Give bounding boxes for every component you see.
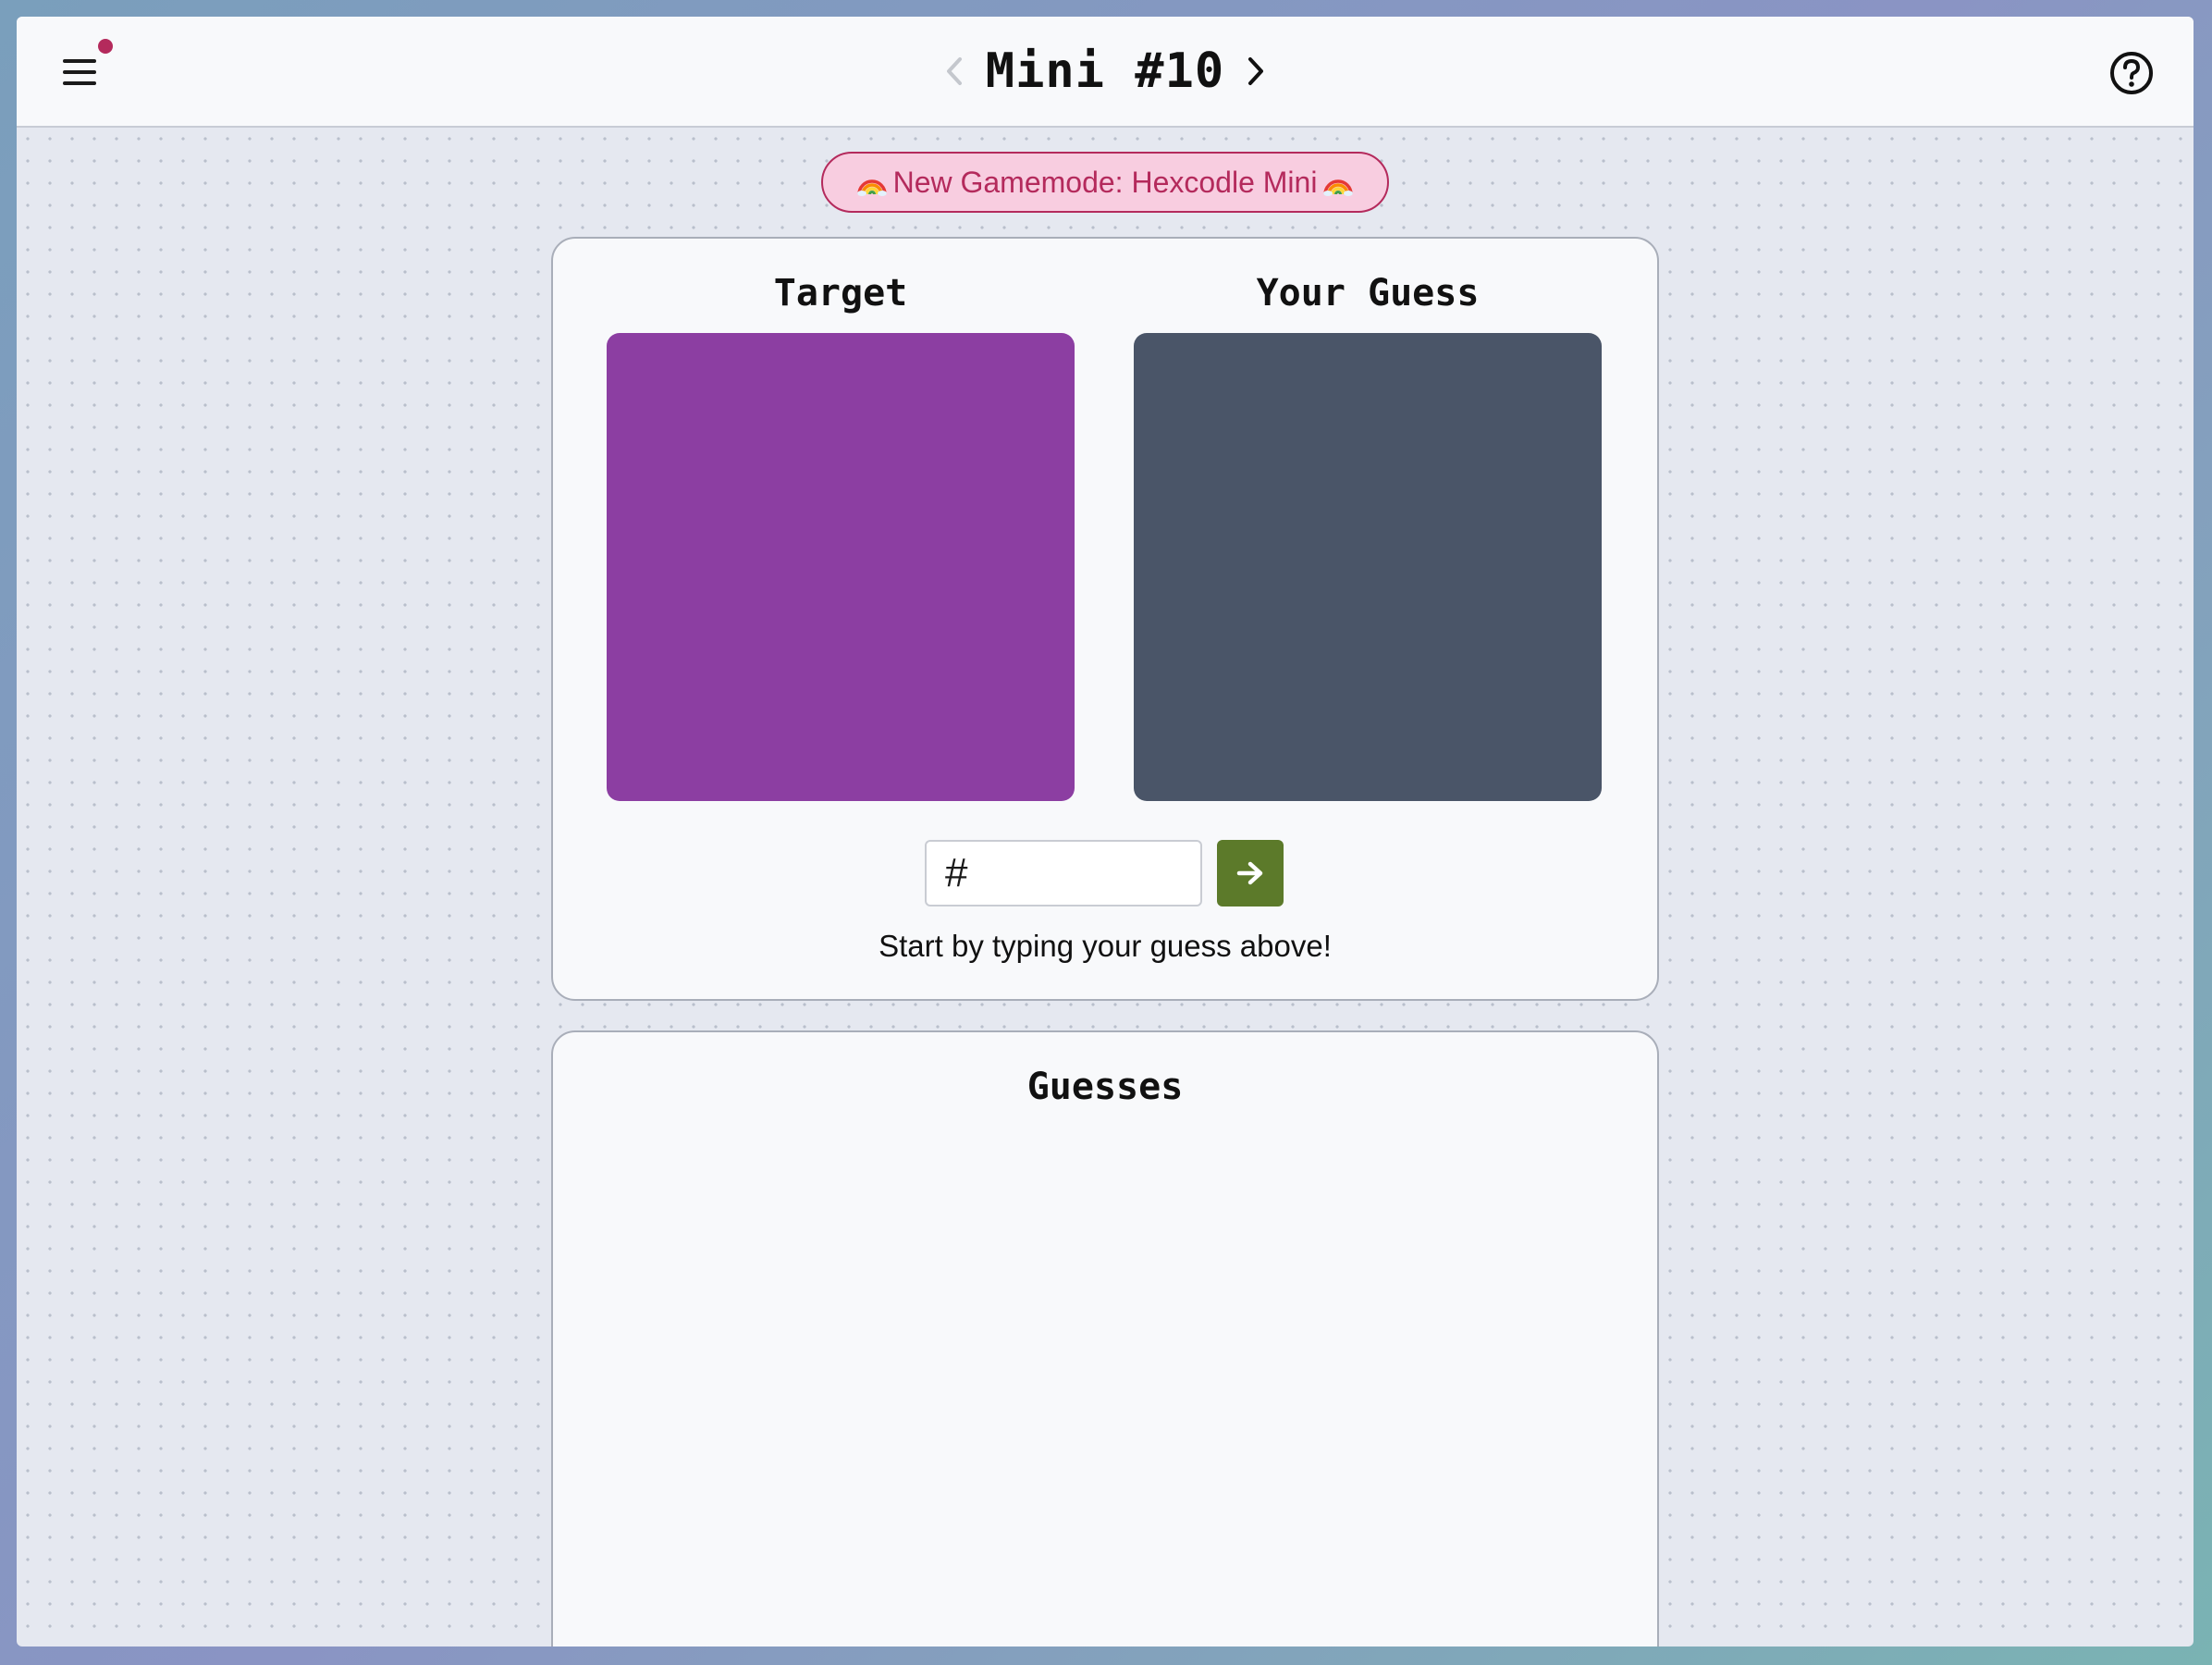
rainbow-icon bbox=[1322, 168, 1354, 196]
rainbow-icon bbox=[856, 168, 888, 196]
target-color-swatch bbox=[607, 333, 1075, 801]
title-group: Mini #10 bbox=[17, 41, 2194, 102]
target-label: Target bbox=[773, 272, 908, 314]
help-icon bbox=[2110, 52, 2153, 94]
banner-text: New Gamemode: Hexcodle Mini bbox=[892, 165, 1318, 199]
top-bar: Mini #10 bbox=[17, 17, 2194, 128]
game-card: Target Your Guess Start by typing your g… bbox=[551, 237, 1659, 1001]
help-button[interactable] bbox=[2108, 50, 2155, 96]
your-guess-label: Your Guess bbox=[1256, 272, 1480, 314]
new-gamemode-banner[interactable]: New Gamemode: Hexcodle Mini bbox=[821, 152, 1389, 213]
chevron-left-icon bbox=[946, 57, 962, 85]
hex-guess-input[interactable] bbox=[925, 840, 1202, 906]
hint-text: Start by typing your guess above! bbox=[879, 929, 1332, 963]
previous-puzzle-button[interactable] bbox=[936, 48, 973, 94]
page-title: Mini #10 bbox=[985, 43, 1225, 99]
guesses-card: Guesses bbox=[551, 1030, 1659, 1646]
submit-guess-button[interactable] bbox=[1217, 840, 1284, 906]
next-puzzle-button[interactable] bbox=[1237, 48, 1274, 94]
app-window: Mini #10 New Gamemode: Hexcodle Mini Tar… bbox=[17, 17, 2194, 1646]
chevron-right-icon bbox=[1248, 57, 1264, 85]
arrow-right-icon bbox=[1236, 861, 1263, 885]
guess-color-swatch bbox=[1134, 333, 1602, 801]
guesses-title: Guesses bbox=[1026, 1066, 1184, 1108]
